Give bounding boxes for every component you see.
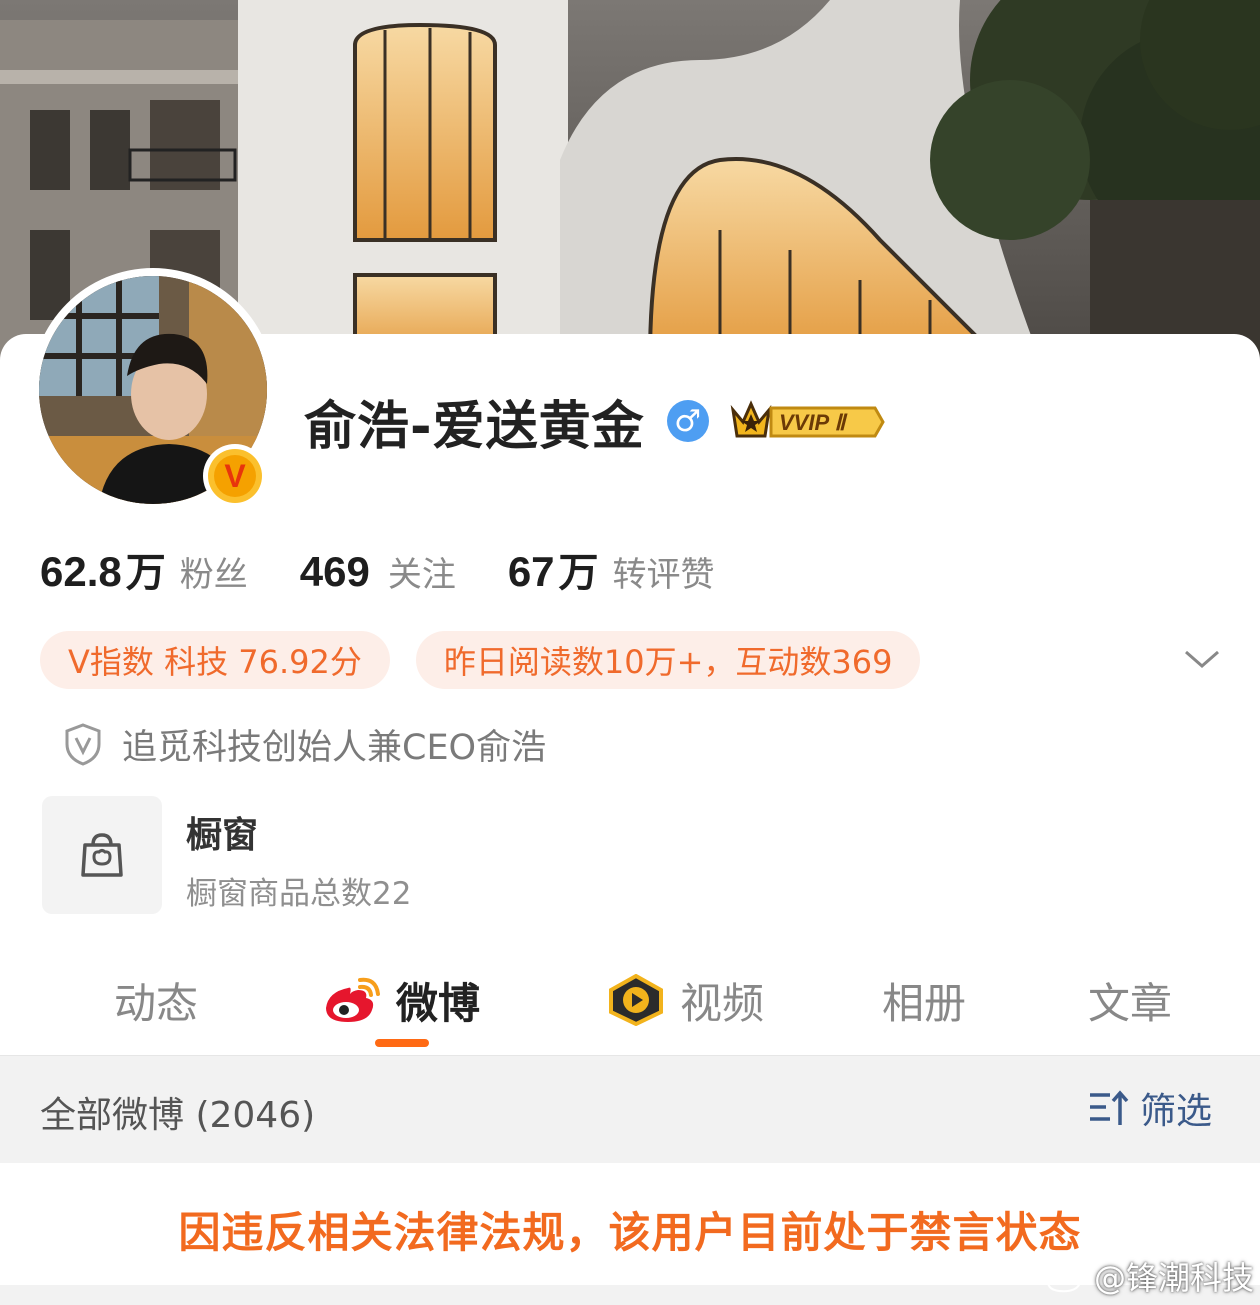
stat-followers-number: 62.8 [40,548,122,595]
chevron-down-icon[interactable] [1182,644,1222,674]
tab-articles[interactable]: 文章 [1088,965,1172,1035]
tab-feed[interactable]: 动态 [114,965,198,1035]
tab-video[interactable]: 视频 [606,965,764,1035]
banned-notice: 因违反相关法律法规，该用户目前处于禁言状态 [178,1208,1082,1257]
name-row: 俞浩-爱送黄金 ♂ VVIP Ⅱ [304,388,887,457]
weibo-logo-icon [326,977,380,1022]
stat-following[interactable]: 469 关注 [300,547,456,596]
profile-name: 俞浩-爱送黄金 [304,396,645,457]
reading-stats-tag[interactable]: 昨日阅读数10万+，互动数369 [415,631,921,689]
stat-following-number: 469 [299,548,370,595]
stat-engagement-number: 67 [507,548,555,595]
stat-engagement-unit: 万 [558,550,599,596]
filter-sort-icon [1090,1090,1129,1125]
tab-articles-label: 文章 [1088,978,1173,1028]
stat-engagement[interactable]: 67 万 转评赞 [508,540,715,598]
profile-tabs: 动态 微博 视频 相册 文章 [0,955,1260,1055]
tab-weibo-label: 微博 [396,978,481,1028]
active-tab-indicator [375,1039,429,1047]
tab-video-label: 视频 [680,978,765,1028]
tab-album-label: 相册 [882,978,967,1028]
shopping-bag-icon [81,833,123,877]
filter-button[interactable]: 筛选 [1088,1084,1212,1132]
weibo-watermark-icon [1046,1260,1086,1293]
tab-weibo[interactable]: 微博 [322,965,480,1035]
stat-engagement-label: 转评赞 [612,555,715,595]
stat-followers[interactable]: 62.8 万 粉丝 [40,540,248,598]
shop-window-subtitle: 橱窗商品总数22 [186,876,412,912]
shield-v-icon [65,723,101,766]
verified-v-icon: V [214,455,256,497]
tags-row: V指数 科技 76.92分 昨日阅读数10万+，互动数369 [40,631,946,689]
shop-window-tile[interactable] [42,796,162,914]
stats-row: 62.8 万 粉丝 469 关注 67 万 转评赞 [40,540,767,600]
vvip-label: VVIP Ⅱ [779,410,848,435]
tab-feed-label: 动态 [114,978,199,1028]
stat-followers-unit: 万 [125,550,166,596]
verified-badge: V [203,444,267,508]
filter-label: 筛选 [1140,1091,1213,1132]
v-index-tag[interactable]: V指数 科技 76.92分 [40,631,390,689]
stat-following-label: 关注 [387,555,456,595]
verification-text: 追觅科技创始人兼CEO俞浩 [122,727,547,768]
stat-followers-label: 粉丝 [179,555,248,595]
all-weibo-count: 全部微博 (2046) [40,1095,316,1136]
male-gender-icon: ♂ [666,400,709,442]
watermark-text: @锋潮科技 [1094,1259,1255,1297]
watermark: @锋潮科技 [1044,1254,1254,1298]
vvip-badge[interactable]: VVIP Ⅱ [727,396,887,446]
list-header: 全部微博 (2046) 筛选 [0,1055,1260,1163]
tab-album[interactable]: 相册 [882,965,966,1035]
shop-window-title[interactable]: 橱窗 [186,806,258,858]
verification-row: 追觅科技创始人兼CEO俞浩 [64,718,546,770]
video-play-icon [609,974,663,1026]
